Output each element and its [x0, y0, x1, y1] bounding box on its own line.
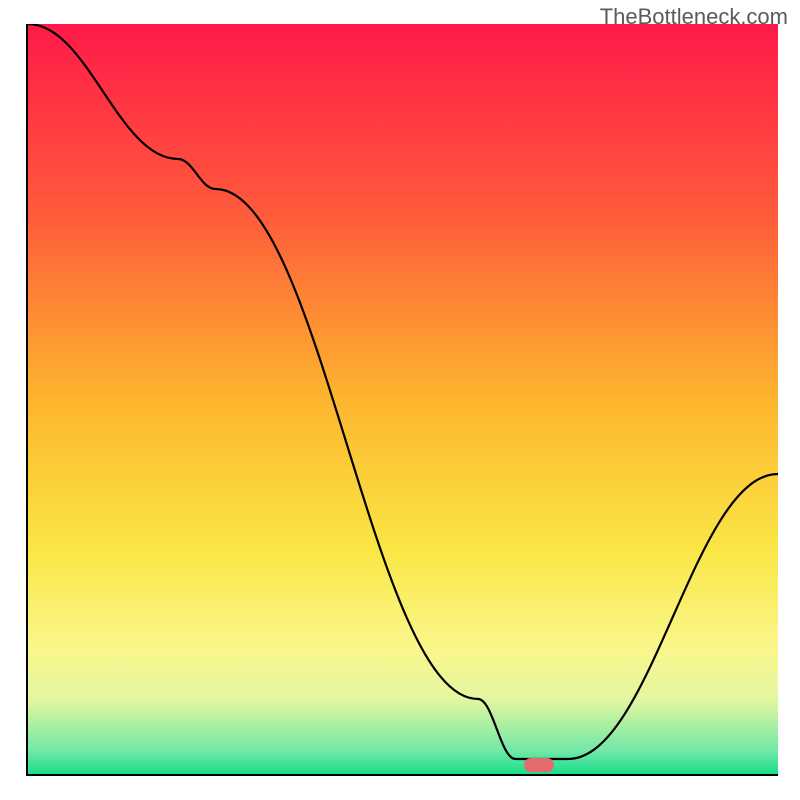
optimal-marker	[524, 758, 554, 772]
watermark-text: TheBottleneck.com	[600, 4, 788, 30]
chart-panel	[26, 24, 778, 776]
bottleneck-curve	[28, 24, 778, 774]
